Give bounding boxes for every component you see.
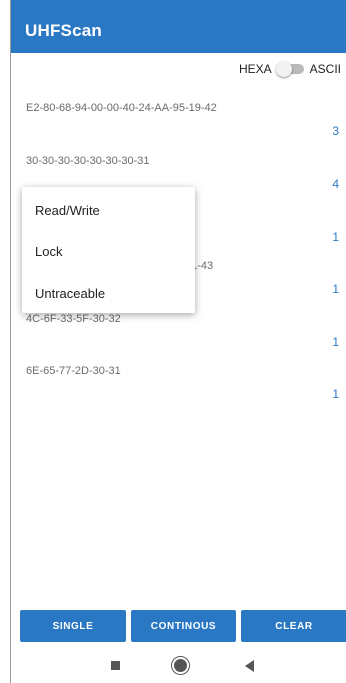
hexa-label: HEXA [238,62,272,76]
format-switch[interactable] [275,61,306,77]
tag-epc: E2-80-68-94-00-00-40-24-AA-95-19-42 [26,102,217,114]
tag-epc: 30-30-30-30-30-30-30-31 [26,155,150,167]
menu-item-untraceable[interactable]: Untraceable [35,286,105,301]
tag-count: 1 [332,230,339,244]
clear-button[interactable]: CLEAR [241,610,346,642]
back-triangle-icon[interactable] [245,660,254,672]
tag-row[interactable]: E2-80-68-94-00-00-40-24-AA-95-19-42 3 [11,102,346,154]
app-frame: UHFScan HEXA ASCII E2-80-68-94-00-00-40-… [10,0,346,683]
system-nav-bar [11,648,346,683]
app-bar: UHFScan [11,0,346,53]
context-menu: Read/Write Lock Untraceable [22,187,195,313]
menu-item-lock[interactable]: Lock [35,244,62,259]
menu-item-read-write[interactable]: Read/Write [35,203,100,218]
home-circle-icon[interactable] [174,659,187,672]
tag-count: 1 [332,335,339,349]
tag-row[interactable]: 4C-6F-33-5F-30-32 1 [11,313,346,365]
tag-row[interactable]: 6E-65-77-2D-30-31 1 [11,365,346,417]
tag-count: 1 [332,387,339,401]
single-button[interactable]: SINGLE [20,610,126,642]
format-toggle-row: HEXA ASCII [239,59,341,79]
app-title: UHFScan [25,21,102,40]
ascii-label: ASCII [309,62,341,76]
action-bar: SINGLE CONTINOUS CLEAR [20,610,346,642]
tag-epc: 4C-6F-33-5F-30-32 [26,313,121,325]
tag-count: 3 [332,124,339,138]
switch-thumb [275,61,292,77]
continous-button[interactable]: CONTINOUS [131,610,236,642]
tag-epc: 6E-65-77-2D-30-31 [26,365,121,377]
recents-square-icon[interactable] [111,661,120,670]
tag-count: 1 [332,282,339,296]
tag-count: 4 [332,177,339,191]
